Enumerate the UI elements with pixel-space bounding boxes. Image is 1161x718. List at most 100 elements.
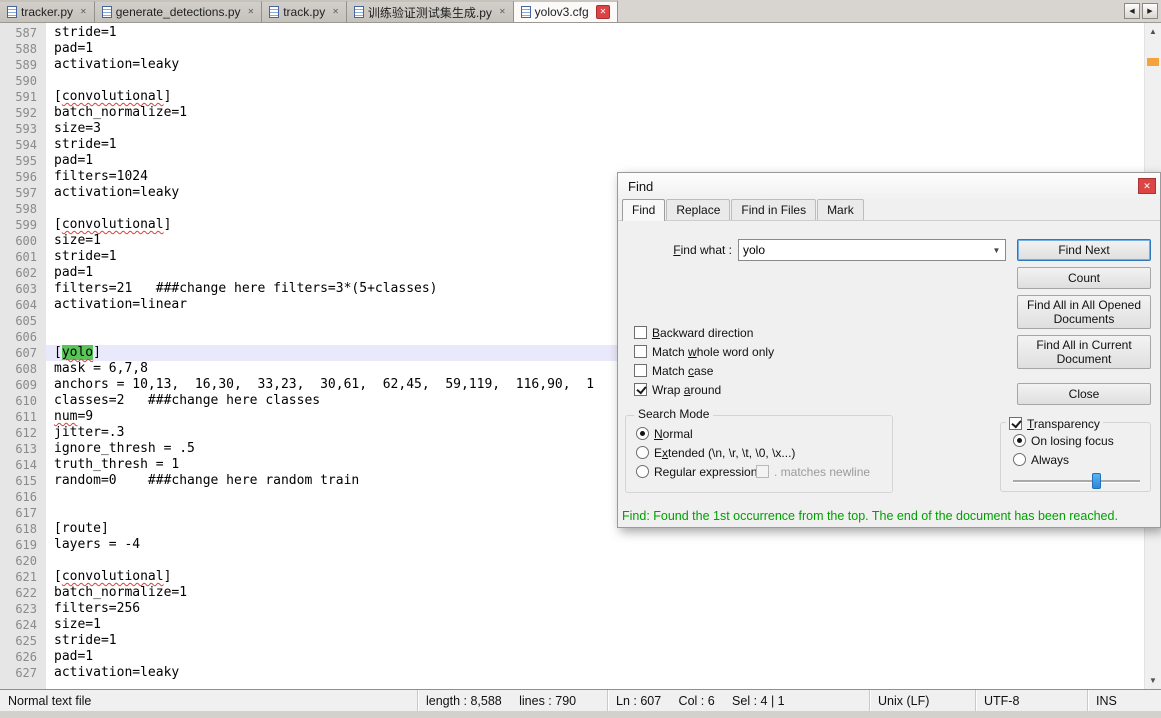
find-what-combobox: ▼ [738,239,1006,261]
combobox-dropdown-icon[interactable]: ▼ [988,240,1005,260]
transparency-checkbox[interactable]: Transparency [1009,414,1100,433]
editor-line-619[interactable]: 619 layers = -4 [0,537,1144,553]
line-number: 601 [15,250,37,264]
editor-line-623[interactable]: 623 filters=256 [0,601,1144,617]
tab-label: tracker.py [21,5,74,19]
tab-训练验证测试集生成-py[interactable]: 训练验证测试集生成.py ✕ [346,0,514,22]
transparency-slider-handle[interactable] [1091,473,1101,489]
transparency-slider[interactable] [1013,473,1140,489]
editor-line-592[interactable]: 592 batch_normalize=1 [0,105,1144,121]
option-match-whole-word-only[interactable]: Match whole word only [634,342,774,361]
find-dialog-tab-find[interactable]: Find [622,199,666,221]
line-text: [convolutional] [54,89,172,104]
line-text: stride=1 [54,633,117,648]
label: Match whole word only [652,344,775,359]
editor-line-622[interactable]: 622 batch_normalize=1 [0,585,1144,601]
window-bottom-edge [0,711,1161,718]
tab-tracker-py[interactable]: tracker.py ✕ [0,0,95,22]
search-mode-extended-n-r-t-0-x[interactable]: Extended (\n, \r, \t, \0, \x...) [636,443,795,462]
line-number: 596 [15,170,37,184]
document-icon [353,6,364,18]
line-text: pad=1 [54,649,94,664]
tab-close-icon[interactable]: ✕ [499,7,506,17]
editor-line-626[interactable]: 626 pad=1 [0,649,1144,665]
document-icon [101,6,112,18]
line-text: size=1 [54,617,101,632]
tab-scroll-left-button[interactable]: ◀ [1124,3,1140,19]
scroll-down-icon[interactable]: ▼ [1145,672,1161,689]
label: Wrap around [652,382,722,397]
radio-icon [636,427,649,440]
search-mode-group: Search Mode Normal Extended (\n, \r, \t, … [625,407,893,493]
editor-line-590[interactable]: 590 [0,73,1144,89]
transparency-always[interactable]: Always [1013,450,1114,469]
line-number: 595 [15,154,37,168]
label: Normal [654,426,693,441]
line-number: 611 [15,410,37,424]
tab-bar: tracker.py ✕ generate_detections.py ✕ track.… [0,0,1161,23]
tab-scroll-right-button[interactable]: ▶ [1142,3,1158,19]
scroll-up-icon[interactable]: ▲ [1145,23,1161,40]
line-text [46,553,1144,569]
line-number: 605 [15,314,37,328]
dialog-close-icon[interactable]: ✕ [1138,178,1156,194]
line-number: 610 [15,394,37,408]
document-icon [520,6,531,18]
line-number: 589 [15,58,37,72]
tab-close-icon[interactable]: ✕ [332,7,339,17]
option-match-case[interactable]: Match case [634,361,774,380]
find-dialog-tab-find-in-files[interactable]: Find in Files [731,199,817,220]
editor-line-624[interactable]: 624 size=1 [0,617,1144,633]
editor-line-627[interactable]: 627 activation=leaky [0,665,1144,681]
editor-line-594[interactable]: 594 stride=1 [0,137,1144,153]
label: Backward direction [652,325,754,340]
line-number: 616 [15,490,37,504]
label: Transparency [1027,416,1100,431]
find-all-in-current-document-button[interactable]: Find All in Current Document [1017,335,1151,369]
tab-close-icon[interactable]: ✕ [595,5,611,19]
editor-line-621[interactable]: 621 [convolutional] [0,569,1144,585]
editor-line-589[interactable]: 589 activation=leaky [0,57,1144,73]
statusbar-cursor-position: Ln : 607 Col : 6 Sel : 4 | 1 [607,690,869,711]
line-number: 614 [15,458,37,472]
tab-track-py[interactable]: track.py ✕ [262,0,347,22]
document-icon [7,6,17,18]
tab-yolov3-cfg[interactable]: yolov3.cfg ✕ [513,0,619,22]
tab-close-icon[interactable]: ✕ [248,7,255,17]
find-dialog: Find ✕ Find Replace Find in Files Mark Find… [617,172,1161,528]
editor-line-587[interactable]: 587 stride=1 [0,25,1144,41]
label: On losing focus [1031,433,1114,448]
slider-track[interactable] [1013,480,1140,482]
line-number: 590 [15,74,37,88]
transparency-on-losing-focus[interactable]: On losing focus [1013,431,1114,450]
editor-line-625[interactable]: 625 stride=1 [0,633,1144,649]
line-number: 594 [15,138,37,152]
status-bar: Normal text file length : 8,588 lines : … [0,689,1161,711]
editor-line-595[interactable]: 595 pad=1 [0,153,1144,169]
option-backward-direction[interactable]: Backward direction [634,323,774,342]
close-button[interactable]: Close [1017,383,1151,405]
find-all-in-all-opened-documents-button[interactable]: Find All in All Opened Documents [1017,295,1151,329]
count-button[interactable]: Count [1017,267,1151,289]
find-dialog-tab-replace[interactable]: Replace [666,199,731,220]
tab-close-icon[interactable]: ✕ [80,7,87,17]
line-number: 606 [15,330,37,344]
option-wrap-around[interactable]: Wrap around [634,380,774,399]
find-what-label: Find what : [673,243,732,257]
editor-line-591[interactable]: 591 [convolutional] [0,89,1144,105]
app-window: tracker.py ✕ generate_detections.py ✕ track.… [0,0,1161,718]
editor-line-593[interactable]: 593 size=3 [0,121,1144,137]
tab-generate-detections-py[interactable]: generate_detections.py ✕ [94,0,263,22]
find-next-button[interactable]: Find Next [1017,239,1151,261]
editor-line-620[interactable]: 620 [0,553,1144,569]
find-dialog-tab-mark[interactable]: Mark [817,199,864,220]
radio-icon [1013,453,1026,466]
line-text: pad=1 [54,41,94,56]
search-mode-normal[interactable]: Normal [636,424,795,443]
statusbar-insert-mode[interactable]: INS [1087,690,1161,711]
search-result-marker [1147,58,1159,66]
checkbox-icon [1009,417,1022,430]
find-what-input[interactable] [739,240,988,260]
editor-line-588[interactable]: 588 pad=1 [0,41,1144,57]
checkbox-icon [756,465,769,478]
